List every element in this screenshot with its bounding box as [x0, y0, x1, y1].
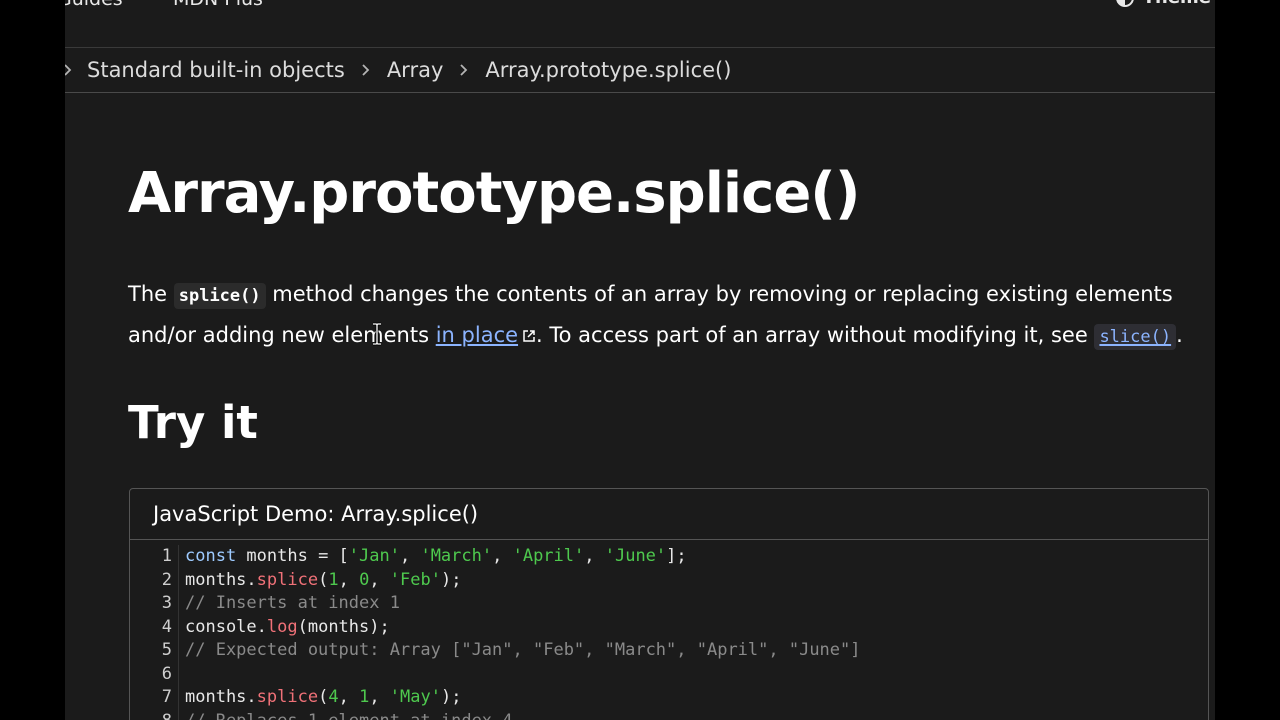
code-token: (months);: [297, 616, 390, 637]
try-it-heading: Try it: [128, 396, 258, 449]
code-line[interactable]: // Expected output: Array ["Jan", "Feb",…: [185, 639, 861, 663]
code-token: );: [440, 569, 462, 590]
intro-text: . To access part of an array without mod…: [536, 323, 1095, 347]
code-token: 'Feb': [389, 569, 441, 590]
code-line[interactable]: console.log(months);: [185, 616, 861, 640]
code-line[interactable]: months.splice(4, 1, 'May');: [185, 686, 861, 710]
chevron-right-icon: [65, 63, 73, 77]
code-token: // Expected output: Array ["Jan", "Feb",…: [185, 640, 861, 660]
code-token: 0: [359, 569, 370, 590]
demo-title: JavaScript Demo: Array.splice(): [130, 489, 1208, 540]
line-number: 8: [130, 710, 172, 720]
code-token: 'June': [604, 546, 667, 566]
code-token: log: [266, 616, 298, 637]
code-token: (: [318, 687, 329, 707]
line-number: 5: [161, 640, 172, 660]
code-token: ,: [369, 687, 390, 707]
breadcrumb-current-page[interactable]: Array.prototype.splice(): [485, 58, 731, 82]
code-token: );: [440, 687, 462, 707]
line-number: 1: [161, 546, 172, 566]
intro-text: .: [1176, 323, 1183, 347]
code-line[interactable]: months.splice(1, 0, 'Feb');: [185, 569, 861, 593]
code-editor[interactable]: 1 2 3 4 5 6 7 8 const months = ['Jan', 'March',…: [130, 540, 1208, 720]
code-token: console.: [185, 616, 267, 637]
code-area[interactable]: const months = ['Jan', 'March', 'April',…: [179, 545, 861, 720]
line-number-gutter: 1 2 3 4 5 6 7 8: [130, 545, 179, 720]
top-navigation: Guides MDN Plus Theme: [65, 0, 1215, 48]
breadcrumb-standard-objects[interactable]: Standard built-in objects: [87, 58, 345, 82]
in-place-link[interactable]: in place: [436, 323, 518, 347]
nav-guides-link[interactable]: Guides: [65, 0, 123, 10]
code-token: (: [318, 569, 329, 590]
code-token: 'April': [512, 546, 585, 566]
code-token: months.: [185, 687, 257, 707]
code-token: const: [185, 546, 237, 566]
code-token: months.: [185, 569, 257, 590]
interactive-demo: JavaScript Demo: Array.splice() 1 2 3 4 5 6 7 8…: [129, 488, 1209, 720]
slice-link[interactable]: slice(): [1094, 323, 1177, 350]
code-token: ,: [338, 569, 360, 590]
code-token: 4: [328, 687, 339, 707]
code-line[interactable]: // Replaces 1 element at index 4: [185, 710, 861, 720]
inline-code-splice: splice(): [173, 283, 266, 309]
intro-paragraph: The splice() method changes the contents…: [128, 275, 1208, 357]
external-link-icon: [523, 330, 535, 342]
text-cursor-icon: [373, 322, 381, 346]
mdn-page: Guides MDN Plus Theme Standard built-in …: [65, 0, 1215, 720]
line-number: 4: [161, 616, 172, 637]
code-token: 'May': [389, 687, 441, 707]
chevron-right-icon: [361, 63, 371, 77]
code-token: 'March': [420, 546, 493, 566]
code-token: ,: [584, 546, 605, 566]
code-token: 'Jan': [348, 546, 400, 566]
intro-text: The: [128, 282, 174, 306]
code-token: 1: [359, 687, 370, 707]
in-place-link-label: in place: [435, 323, 519, 347]
breadcrumb-array[interactable]: Array: [387, 58, 444, 82]
chevron-right-icon: [459, 63, 469, 77]
code-token: splice: [256, 687, 319, 707]
code-token: splice: [256, 569, 319, 590]
code-token: // Replaces 1 element at index 4: [185, 711, 513, 720]
line-number: 2: [161, 569, 172, 590]
code-line[interactable]: const months = ['Jan', 'March', 'April',…: [185, 545, 861, 569]
code-token: ,: [338, 687, 360, 707]
line-number: 3: [161, 593, 172, 613]
code-token: months = [: [236, 546, 349, 566]
nav-mdn-plus-link[interactable]: MDN Plus: [173, 0, 263, 10]
theme-label: Theme: [1143, 0, 1211, 8]
line-number: 7: [161, 687, 172, 707]
theme-switcher-button[interactable]: Theme: [1115, 0, 1211, 8]
code-token: ,: [369, 569, 390, 590]
code-token: ,: [492, 546, 513, 566]
theme-contrast-icon: [1116, 0, 1134, 7]
breadcrumb: Standard built-in objects Array Array.pr…: [65, 48, 1215, 93]
code-line[interactable]: // Inserts at index 1: [185, 592, 861, 616]
line-number: 6: [161, 663, 172, 684]
code-token: ,: [399, 546, 421, 566]
code-line[interactable]: [185, 663, 861, 687]
page-title: Array.prototype.splice(): [128, 161, 860, 226]
code-token: ];: [666, 546, 687, 566]
slice-link-code: slice(): [1094, 324, 1177, 350]
code-token: // Inserts at index 1: [185, 593, 400, 613]
code-token: 1: [328, 569, 339, 590]
